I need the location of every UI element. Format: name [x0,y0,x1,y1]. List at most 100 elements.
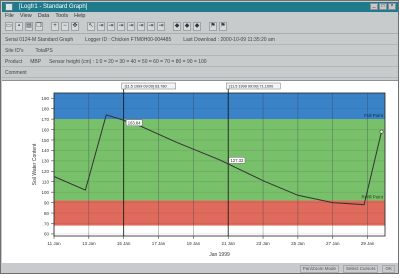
maximize-button[interactable]: □ [379,3,387,10]
flag-button[interactable]: ⚑ [219,22,227,31]
x-tick-label: 25 Jan [291,241,305,246]
print-icon: ▤ [26,23,32,29]
print-button[interactable]: ▤ [25,22,33,31]
cursor-readout: [11.5 1999 09:00] 71.1000 [229,85,273,89]
cursor-readout: [11.5 1999 09:00] 63.780 [125,85,167,89]
x-tick-label: 11 Jan [47,241,61,246]
marker-icon: ◆ [194,23,200,29]
app-window: [Logfr1 - Standard Graph] _ □ × File Vie… [0,0,399,274]
series-point [379,129,384,134]
background-strip [399,0,408,278]
y-tick-label: 110 [42,180,50,185]
info-row-serial: Serial 0124-M Standard Graph Logger ID :… [2,35,398,45]
comment-label: Comment [5,69,27,76]
status-ok: OK [382,265,395,273]
y-tick-label: 60 [44,232,50,237]
y-tick-label: 100 [41,190,49,195]
window-title: [Logfr1 - Standard Graph] [19,4,88,10]
y-tick-label: 130 [41,159,49,164]
menu-view[interactable]: View [20,12,32,20]
y-tick-label: 140 [41,148,49,153]
save-icon: ▪ [17,23,21,29]
y-axis-label: Soil Water Content [32,143,38,185]
open-button[interactable]: ▭ [5,22,13,31]
save-button[interactable]: ▪ [15,22,23,31]
menu-bar: File View Data Tools Help [2,12,398,20]
y-tick-label: 160 [41,127,49,132]
menu-help[interactable]: Help [74,12,85,20]
menu-file[interactable]: File [5,12,14,20]
sensor-height-text: Sensor height (cm) : 1:0 = 20 = 30 = 40 … [49,58,207,65]
range-button[interactable]: ⇥ [107,22,115,31]
title-bar: [Logfr1 - Standard Graph] _ □ × [2,2,398,12]
range-icon: ⇥ [128,23,134,29]
y-tick-label: 190 [41,96,49,101]
logger-id-text: Logger ID : Chicken FTM0H00-004485 [85,36,172,43]
info-row-site: Site ID's TotalPS [2,46,398,56]
range-icon: ⇥ [118,23,124,29]
app-icon [5,3,13,11]
data-label: 163.84 [128,120,141,125]
flag-button[interactable]: ⚑ [209,22,217,31]
open-icon: ▭ [6,23,12,29]
product-value: MBP [30,58,42,65]
close-button[interactable]: × [388,3,396,10]
range-icon: ⇥ [98,23,104,29]
flag-icon: ⚑ [210,23,216,29]
y-tick-label: 80 [44,211,50,216]
soil-water-chart[interactable]: 60 70 80 90 100 110 120 130 140 150 160 170 180 190 11… [2,81,398,263]
pan-icon: ✥ [72,23,78,29]
y-tick-label: 120 [41,169,49,174]
copy-button[interactable]: ❐ [35,22,43,31]
x-tick-label: 15 Jan [117,241,131,246]
y-tick-label: 170 [41,117,49,122]
pan-button[interactable]: ✥ [71,22,79,31]
x-tick-label: 27 Jan [326,241,340,246]
zoom-out-button[interactable]: − [61,22,69,31]
refill-point-label: Refill Point [361,195,383,200]
x-tick-label: 17 Jan [152,241,166,246]
x-tick-label: 23 Jan [256,241,270,246]
x-tick-label: 29 Jan [361,241,375,246]
marker-button[interactable]: ◆ [193,22,201,31]
x-tick-label: 13 Jan [82,241,96,246]
minimize-button[interactable]: _ [370,3,378,10]
menu-data[interactable]: Data [38,12,50,20]
range-button[interactable]: ⇥ [147,22,155,31]
range-icon: ⇥ [138,23,144,29]
zoom-in-button[interactable]: + [51,22,59,31]
zoom-in-icon: + [53,23,57,29]
menu-tools[interactable]: Tools [55,12,68,20]
chart-panel: 60 70 80 90 100 110 120 130 140 150 160 170 180 190 11… [2,80,398,263]
range-icon: ⇥ [158,23,164,29]
toolbar: ▭ ▪ ▤ ❐ + − ✥ ↖ ⇥ ⇥ ⇥ ⇥ ⇥ ⇥ ⇥ ◆ ◆ ◆ ⚑ ⚑ [2,20,398,34]
status-bar: Pan/Zoom Mode Select Cursors OK [2,264,398,274]
site-value: TotalPS [35,47,53,54]
y-tick-label: 180 [41,106,49,111]
range-button[interactable]: ⇥ [97,22,105,31]
zoom-out-icon: − [63,23,67,29]
marker-button[interactable]: ◆ [173,22,181,31]
y-tick-label: 90 [44,200,50,205]
serial-text: Serial 0124-M Standard Graph [5,36,74,43]
marker-icon: ◆ [184,23,190,29]
marker-icon: ◆ [174,23,180,29]
y-tick-label: 70 [44,221,50,226]
marker-button[interactable]: ◆ [183,22,191,31]
range-button[interactable]: ⇥ [157,22,165,31]
x-tick-label: 19 Jan [187,241,201,246]
cursor-icon: ↖ [88,23,94,29]
product-label: Product [5,58,23,65]
range-icon: ⇥ [148,23,154,29]
info-row-product: Product MBP Sensor height (cm) : 1:0 = 2… [2,57,398,67]
band-0 [54,93,385,120]
copy-icon: ❐ [36,23,42,29]
status-cursors: Select Cursors [342,265,379,273]
range-button[interactable]: ⇥ [117,22,125,31]
info-row-comment: Comment [2,68,398,78]
status-mode: Pan/Zoom Mode [299,265,339,273]
range-button[interactable]: ⇥ [137,22,145,31]
full-point-label: Full Point [364,113,384,118]
range-button[interactable]: ⇥ [127,22,135,31]
cursor-button[interactable]: ↖ [87,22,95,31]
